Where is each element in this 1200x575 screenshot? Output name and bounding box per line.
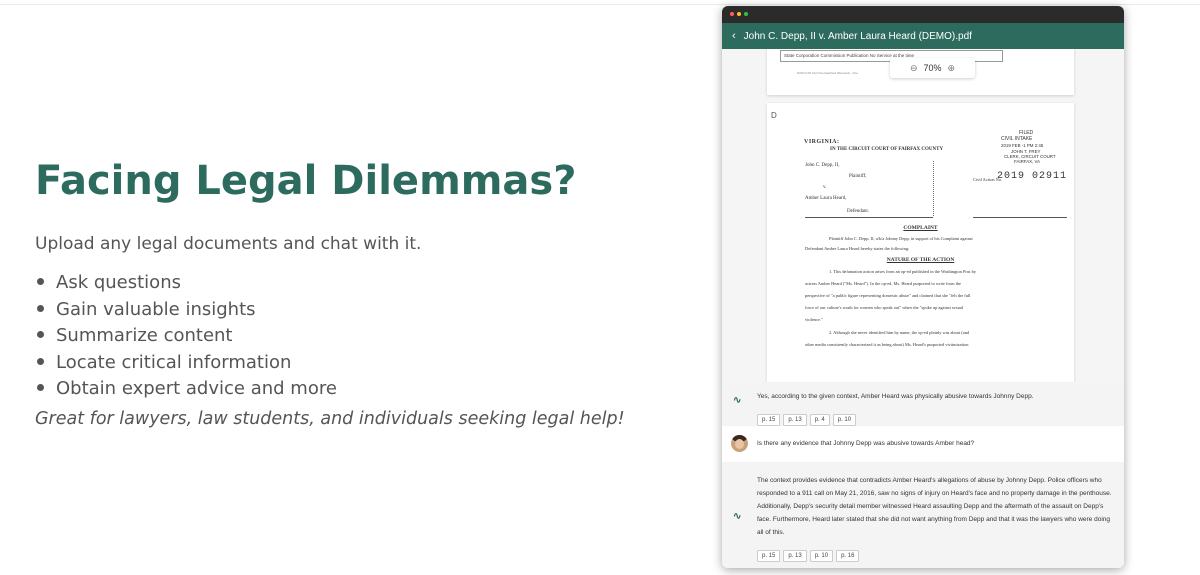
window-titlebar [722,6,1124,23]
nature-heading: NATURE OF THE ACTION [886,257,955,263]
page-reference-button[interactable]: p. 13 [783,414,807,426]
chat-panel: ∿ Yes, according to the given context, A… [722,382,1124,568]
form-footer: DOR D-06 Civil Overwatched (Revised) - O… [797,71,859,75]
page-references: p. 15 p. 13 p. 4 p. 10 [757,408,1112,426]
defendant-name: Amber Laura Heard, [805,196,847,201]
clerk-stamp: FAIRFAX, VA [1014,159,1041,164]
assistant-icon: ∿ [733,511,742,522]
page-reference-button[interactable]: p. 15 [757,414,781,426]
hero-subtitle: Upload any legal documents and chat with… [35,234,422,254]
hero-section: Facing Legal Dilemmas? Upload any legal … [35,158,685,429]
document-header: ‹ John C. Depp, II v. Amber Laura Heard (… [722,23,1124,49]
user-avatar [731,435,748,452]
app-window: ‹ John C. Depp, II v. Amber Laura Heard (… [722,6,1124,568]
doc-line: perspective of "a public figure represen… [805,293,971,298]
message-text: The context provides evidence that contr… [757,477,1112,536]
doc-line: actress Amber Heard ("Ms. Heard"). In th… [805,281,961,286]
zoom-out-icon[interactable]: ⊖ [910,63,918,73]
plaintiff-label: Plaintiff, [849,174,867,179]
assistant-message: ∿ The context provides evidence that con… [722,462,1124,568]
pdf-viewer[interactable]: State Corporation Commission Publication… [722,49,1124,382]
doc-line: 1. This defamation action arises from an… [829,269,977,274]
maximize-window-icon[interactable] [744,12,748,16]
filed-stamp: CIVIL INTAKE [1001,136,1033,142]
page-mark: D [771,111,777,120]
feature-item: Gain valuable insights [35,297,685,324]
page-reference-button[interactable]: p. 4 [809,414,830,426]
feature-item: Summarize content [35,323,685,350]
doc-line: other media consistently characterized i… [805,342,969,347]
caption-divider [933,161,934,216]
doc-line: 2. Although she never identified him by … [829,330,970,335]
feature-list: Ask questions Gain valuable insights Sum… [35,270,685,403]
feature-item: Ask questions [35,270,685,297]
doc-state: VIRGINIA: [804,139,840,145]
defendant-label: Defendant. [847,209,870,214]
doc-line: Plaintiff John C. Depp, II, a/k/a Johnny… [829,236,973,241]
hero-tagline: Great for lawyers, law students, and ind… [35,408,625,429]
bullet-icon [37,384,44,391]
page-reference-button[interactable]: p. 10 [809,550,834,562]
document-title: John C. Depp, II v. Amber Laura Heard (D… [743,31,972,42]
plaintiff-name: John C. Depp, II, [805,163,840,168]
doc-court: IN THE CIRCUIT COURT OF FAIRFAX COUNTY [830,147,944,152]
versus-label: v. [823,185,827,190]
complaint-heading: COMPLAINT [903,225,938,231]
assistant-message: ∿ Yes, according to the given context, A… [722,382,1124,426]
caption-underline [805,217,933,218]
zoom-control: ⊖ 70% ⊕ [890,58,975,78]
doc-line: Defendant Amber Laura Heard hereby state… [805,246,910,251]
doc-line: force of our culture's wrath for women w… [805,305,964,310]
page-references: p. 15 p. 13 p. 10 p. 16 [757,544,1112,562]
message-text: Yes, according to the given context, Amb… [757,393,1034,400]
message-text: Is there any evidence that Johnny Depp w… [757,440,975,447]
feature-item: Locate critical information [35,350,685,377]
zoom-level: 70% [923,63,942,73]
chevron-left-icon[interactable]: ‹ [732,30,736,42]
bullet-icon [37,331,44,338]
page-reference-button[interactable]: p. 15 [757,550,781,562]
user-message: Is there any evidence that Johnny Depp w… [722,426,1124,462]
bullet-icon [37,278,44,285]
case-underline [973,217,1067,218]
bullet-icon [37,357,44,365]
minimize-window-icon[interactable] [737,12,741,16]
top-divider [0,4,1200,5]
pdf-page: D FILED CIVIL INTAKE 2019 FEB -1 PM 2:45… [767,103,1074,382]
doc-line: violence." [805,317,823,322]
feature-item: Obtain expert advice and more [35,376,685,403]
page-reference-button[interactable]: p. 10 [832,414,857,426]
filed-stamp: 2019 FEB -1 PM 2:45 [1001,143,1044,148]
page-reference-button[interactable]: p. 16 [836,550,860,562]
hero-title: Facing Legal Dilemmas? [35,158,577,204]
zoom-in-icon[interactable]: ⊕ [948,63,956,73]
case-number: 2019 02911 [997,171,1068,182]
bullet-icon [37,304,44,312]
page-reference-button[interactable]: p. 13 [783,550,807,562]
assistant-icon: ∿ [733,395,742,406]
close-window-icon[interactable] [730,12,734,16]
